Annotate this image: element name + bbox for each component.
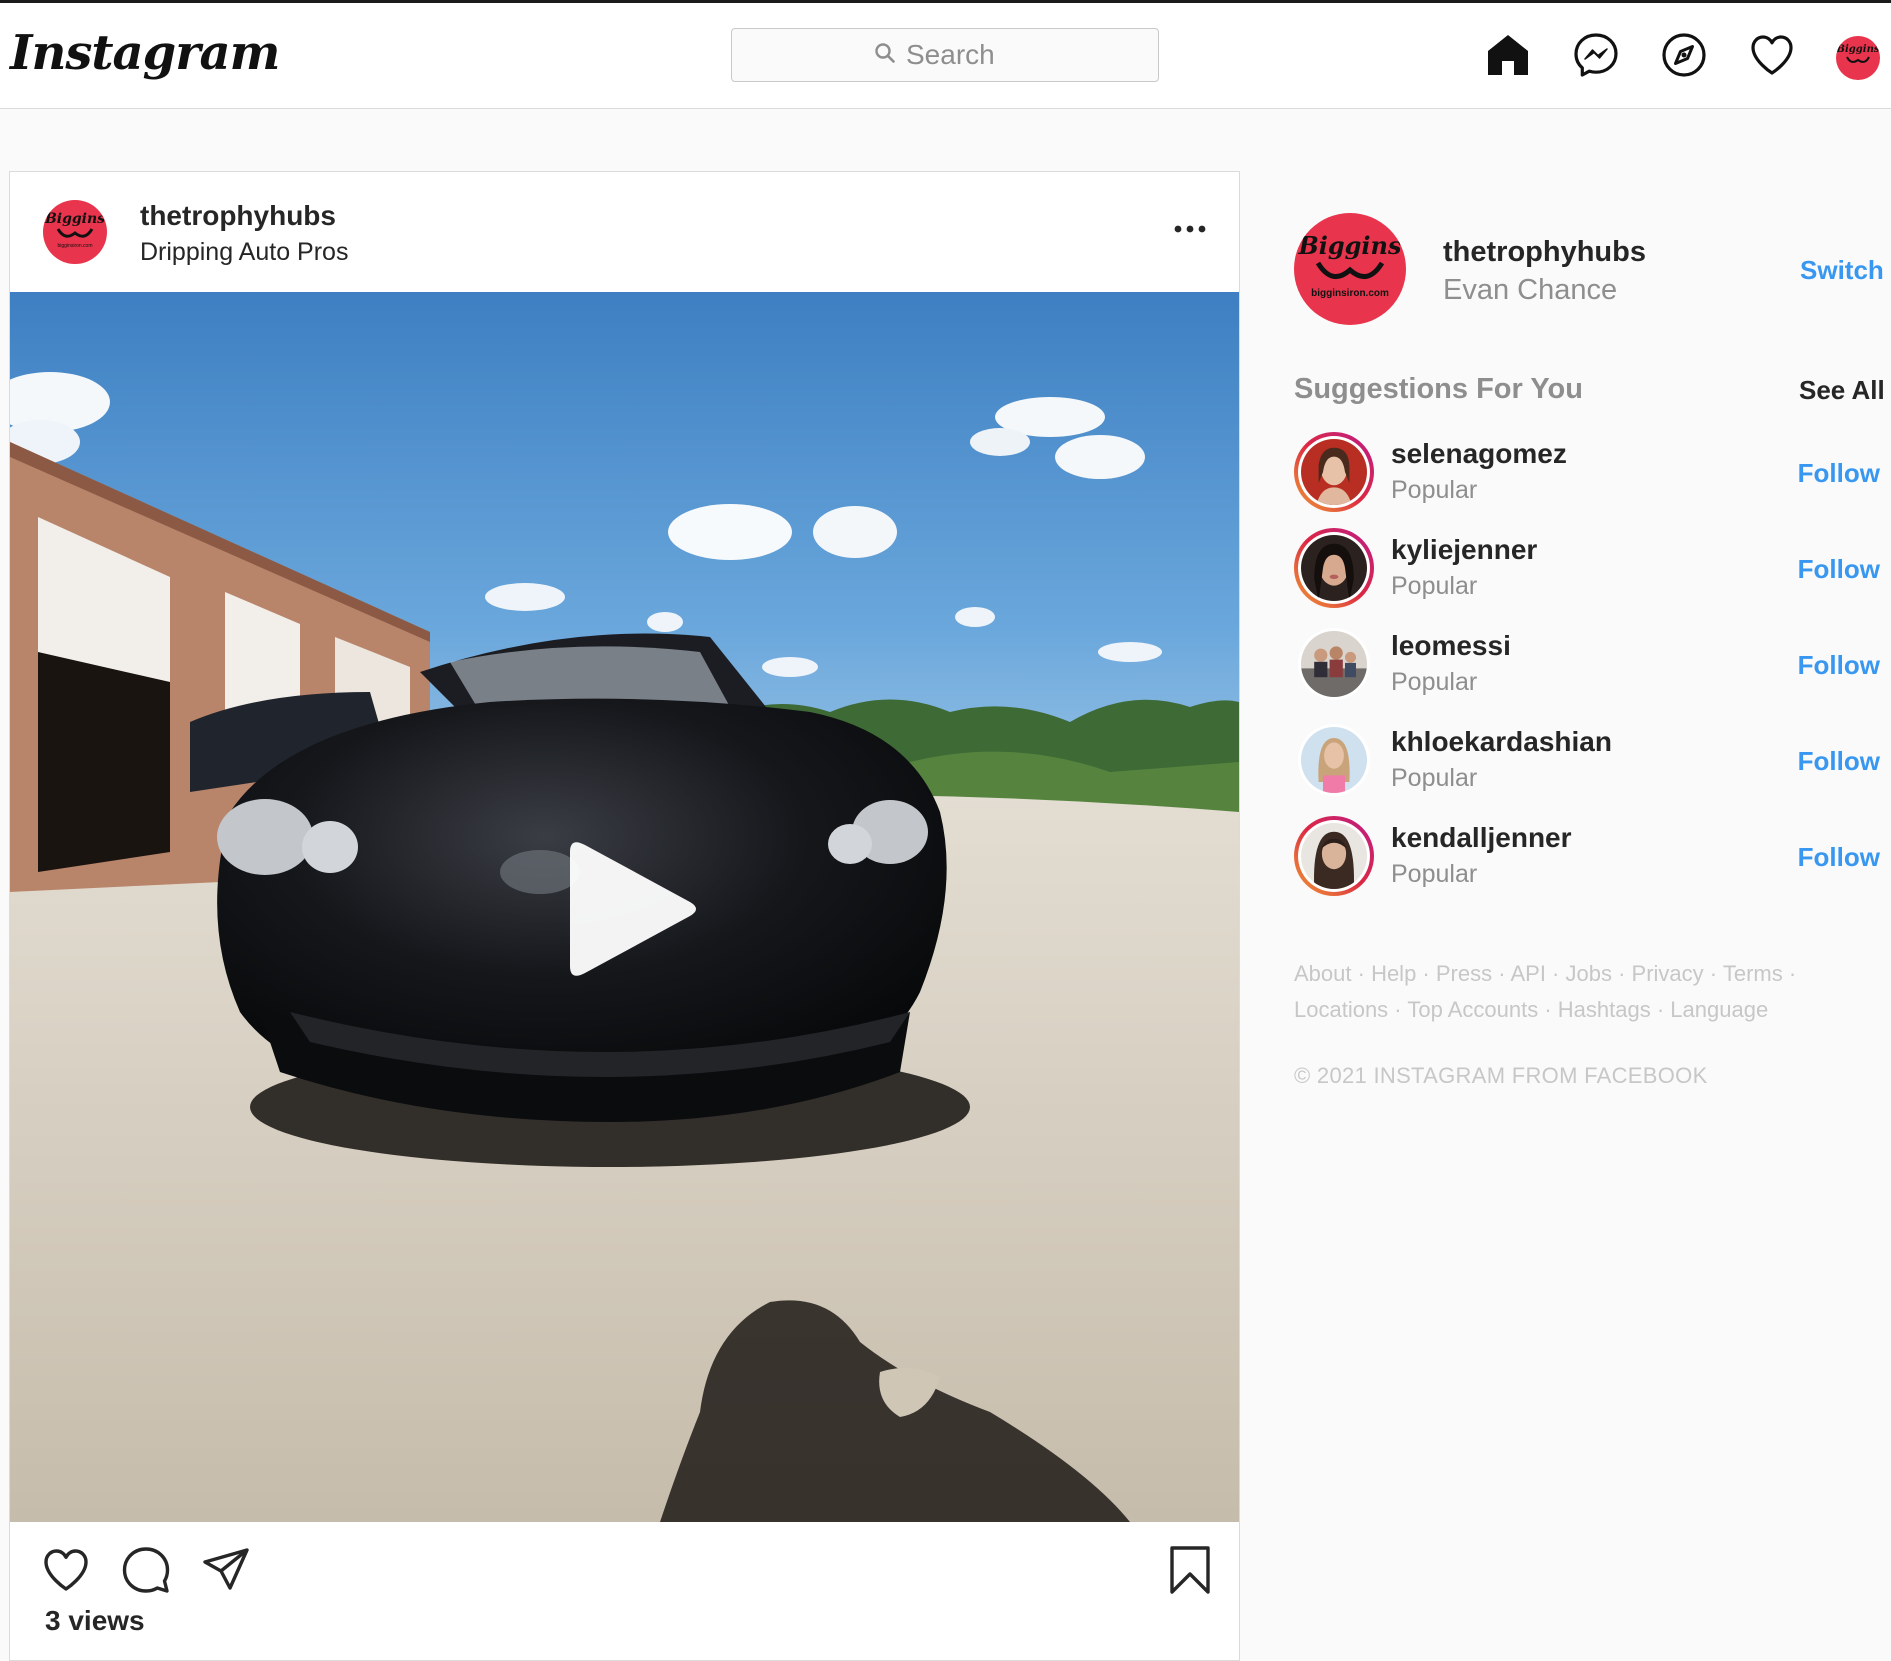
footer-link-language[interactable]: Language <box>1670 997 1768 1022</box>
footer-link-jobs[interactable]: Jobs <box>1566 961 1612 986</box>
top-navigation-bar: Instagram Biggins <box>0 3 1891 109</box>
footer-link-hashtags[interactable]: Hashtags <box>1558 997 1651 1022</box>
more-options-icon[interactable] <box>1170 214 1210 244</box>
suggestion-username[interactable]: kendalljenner <box>1391 822 1572 854</box>
messenger-icon[interactable] <box>1572 31 1620 79</box>
footer-link-terms[interactable]: Terms <box>1723 961 1783 986</box>
suggestion-row: kendalljenner Popular Follow <box>1294 816 1880 902</box>
post-video[interactable] <box>10 292 1239 1522</box>
avatar-url-text: bigginsiron.com <box>57 243 93 249</box>
follow-button[interactable]: Follow <box>1798 458 1880 489</box>
like-heart-icon[interactable] <box>40 1544 92 1596</box>
suggestion-subtitle: Popular <box>1391 860 1478 888</box>
footer-link-press[interactable]: Press <box>1436 961 1492 986</box>
suggestion-row: khloekardashian Popular Follow <box>1294 720 1880 806</box>
profile-avatar-nav[interactable]: Biggins <box>1836 36 1880 80</box>
suggestion-avatar[interactable] <box>1294 720 1374 800</box>
footer-link-help[interactable]: Help <box>1371 961 1416 986</box>
user-photo-icon <box>1301 727 1367 793</box>
avatar-curve-icon <box>1846 56 1870 63</box>
follow-button[interactable]: Follow <box>1798 554 1880 585</box>
suggestion-subtitle: Popular <box>1391 668 1478 696</box>
post-action-bar <box>10 1522 1239 1612</box>
search-box[interactable] <box>731 28 1159 82</box>
activity-heart-icon[interactable] <box>1748 31 1796 79</box>
follow-button[interactable]: Follow <box>1798 650 1880 681</box>
bookmark-icon[interactable] <box>1164 1544 1216 1596</box>
suggestion-row: kyliejenner Popular Follow <box>1294 528 1880 614</box>
post-header: Biggins bigginsiron.com thetrophyhubs Dr… <box>10 172 1239 292</box>
suggestion-avatar[interactable] <box>1294 816 1374 896</box>
comment-icon[interactable] <box>120 1544 172 1596</box>
switch-account-button[interactable]: Switch <box>1800 255 1884 286</box>
suggestions-heading: Suggestions For You <box>1294 373 1583 405</box>
follow-button[interactable]: Follow <box>1798 746 1880 777</box>
avatar-curve-icon <box>1315 261 1385 280</box>
suggestion-subtitle: Popular <box>1391 476 1478 504</box>
user-photo-icon <box>1301 535 1367 601</box>
post-location[interactable]: Dripping Auto Pros <box>140 238 348 267</box>
see-all-button[interactable]: See All <box>1799 375 1885 406</box>
suggestion-username[interactable]: khloekardashian <box>1391 726 1612 758</box>
footer-links: About · Help · Press · API · Jobs · Priv… <box>1294 961 1797 1022</box>
user-photo-icon <box>1301 439 1367 505</box>
post-username[interactable]: thetrophyhubs <box>140 200 336 232</box>
suggestion-row: leomessi Popular Follow <box>1294 624 1880 710</box>
video-frame-car <box>10 292 1239 1522</box>
user-photo-icon <box>1301 631 1367 697</box>
avatar-brand-text: Biggins <box>1298 231 1402 260</box>
sidebar-full-name: Evan Chance <box>1443 274 1618 306</box>
avatar-brand-text: Biggins <box>44 211 106 227</box>
sidebar-profile-avatar[interactable]: Biggins bigginsiron.com <box>1294 213 1406 325</box>
explore-icon[interactable] <box>1660 31 1708 79</box>
suggestion-avatar[interactable] <box>1294 624 1374 704</box>
suggestion-subtitle: Popular <box>1391 764 1478 792</box>
view-count[interactable]: 3 views <box>45 1605 145 1637</box>
post-author-avatar[interactable]: Biggins bigginsiron.com <box>43 200 107 264</box>
avatar-curve-icon <box>56 228 94 238</box>
footer-link-api[interactable]: API <box>1510 961 1545 986</box>
search-input[interactable] <box>906 39 1016 71</box>
footer-link-privacy[interactable]: Privacy <box>1632 961 1704 986</box>
feed-post: Biggins bigginsiron.com thetrophyhubs Dr… <box>9 171 1240 1661</box>
suggestion-subtitle: Popular <box>1391 572 1478 600</box>
instagram-logo[interactable]: Instagram <box>10 25 280 81</box>
suggestion-row: selenagomez Popular Follow <box>1294 432 1880 518</box>
share-icon[interactable] <box>200 1544 252 1596</box>
footer-link-top-accounts[interactable]: Top Accounts <box>1407 997 1538 1022</box>
avatar-brand-text: Biggins <box>1836 43 1880 55</box>
footer-link-about[interactable]: About <box>1294 961 1352 986</box>
sidebar-username[interactable]: thetrophyhubs <box>1443 236 1646 269</box>
suggestion-username[interactable]: selenagomez <box>1391 438 1567 470</box>
suggestion-avatar[interactable] <box>1294 528 1374 608</box>
footer-link-locations[interactable]: Locations <box>1294 997 1388 1022</box>
home-icon[interactable] <box>1484 31 1532 79</box>
user-photo-icon <box>1301 823 1367 889</box>
suggestion-username[interactable]: kyliejenner <box>1391 534 1537 566</box>
copyright-text: © 2021 INSTAGRAM FROM FACEBOOK <box>1294 1063 1708 1088</box>
search-icon <box>874 42 896 69</box>
suggestion-avatar[interactable] <box>1294 432 1374 512</box>
suggestion-username[interactable]: leomessi <box>1391 630 1511 662</box>
follow-button[interactable]: Follow <box>1798 842 1880 873</box>
avatar-url-text: bigginsiron.com <box>1311 288 1389 299</box>
